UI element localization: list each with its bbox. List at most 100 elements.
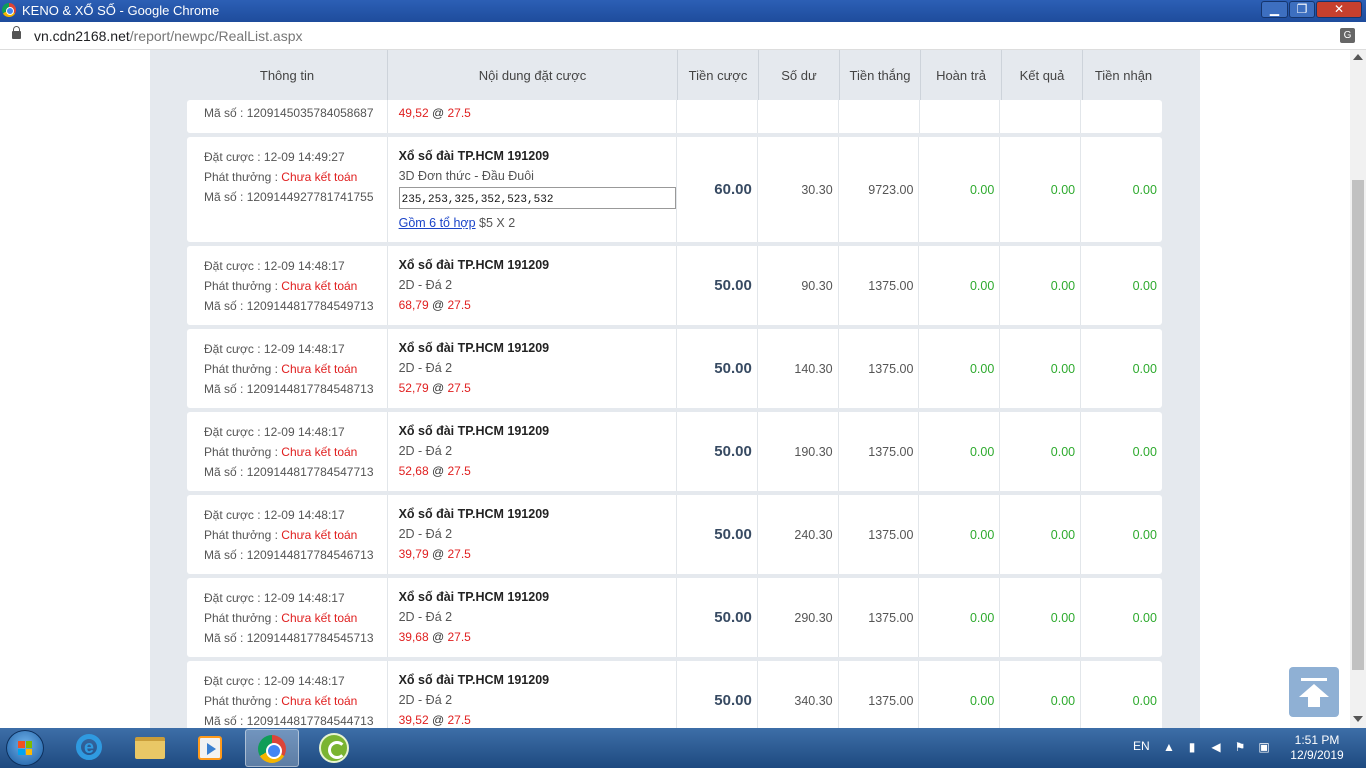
cell-balance	[758, 100, 839, 133]
cell-stake: 50.00	[677, 412, 758, 491]
combo-link[interactable]: Gồm 6 tổ hợp	[399, 216, 476, 230]
row-info: Mã số : 1209145035784058687	[187, 100, 388, 133]
cell-refund: 0.00	[919, 246, 1001, 325]
payout-label: Phát thưởng :	[204, 694, 282, 708]
cell-receive: 0.00	[1132, 444, 1157, 459]
taskbar-ie[interactable]: e	[60, 729, 114, 767]
row-info: Đặt cược : 12-09 14:48:17 Phát thưởng : …	[187, 578, 388, 657]
at-sign: @	[428, 298, 448, 312]
cell-receive: 0.00	[1132, 278, 1157, 293]
cell-result: 0.00	[1000, 661, 1082, 728]
bet-odds: 27.5	[447, 381, 471, 395]
system-clock[interactable]: 1:51 PM 12/9/2019	[1282, 733, 1352, 763]
translate-icon[interactable]: G	[1340, 28, 1355, 43]
combo-detail: $5 X 2	[475, 216, 516, 230]
bet-type: 2D - Đá 2	[398, 361, 453, 375]
bet-id: 1209144817784544713	[246, 714, 374, 728]
address-bar[interactable]: vn.cdn2168.net/report/newpc/RealList.asp…	[0, 22, 1366, 50]
cell-stake: 50.00	[677, 329, 758, 408]
placed-label: Đặt cược :	[204, 674, 264, 688]
cell-refund	[920, 100, 1001, 133]
id-label: Mã số :	[204, 299, 247, 313]
lock-icon[interactable]	[12, 26, 21, 40]
status-text: Chưa kết toán	[281, 170, 358, 184]
cell-win: 9723.00	[839, 137, 920, 242]
ie-icon: e	[76, 734, 102, 760]
cell-win: 1375.00	[839, 661, 920, 728]
url-text[interactable]: vn.cdn2168.net/report/newpc/RealList.asp…	[34, 28, 303, 44]
cell-balance: 340.30	[758, 661, 839, 728]
cell-win: 1375.00	[839, 578, 920, 657]
payout-label: Phát thưởng :	[204, 528, 282, 542]
placed-label: Đặt cược :	[204, 508, 264, 522]
placed-label: Đặt cược :	[204, 150, 264, 164]
page-scrollbar[interactable]	[1350, 50, 1366, 728]
volume-icon[interactable]: ◀	[1209, 740, 1223, 754]
header-result: Kết quả	[1002, 50, 1083, 100]
bet-type: 2D - Đá 2	[398, 444, 453, 458]
cell-receive: 0.00	[1132, 527, 1157, 542]
payout-label: Phát thưởng :	[204, 362, 282, 376]
status-text: Chưa kết toán	[281, 611, 358, 625]
placed-label: Đặt cược :	[204, 425, 264, 439]
status-text: Chưa kết toán	[281, 445, 358, 459]
clock-date: 12/9/2019	[1290, 748, 1344, 762]
cell-refund: 0.00	[919, 578, 1001, 657]
language-indicator[interactable]: EN	[1133, 739, 1150, 753]
numbers-field[interactable]: 235,253,325,352,523,532	[398, 187, 676, 209]
at-sign: @	[428, 547, 448, 561]
bet-pick: 52,68	[398, 464, 429, 478]
header-refund: Hoàn trả	[921, 50, 1002, 100]
bet-id: 1209144817784548713	[246, 382, 374, 396]
minimize-button[interactable]: ▁	[1261, 1, 1288, 18]
bet-time: 12-09 14:48:17	[263, 674, 345, 688]
cell-stake: 60.00	[677, 137, 758, 242]
bet-pick: 39,68	[398, 630, 429, 644]
tray-expand-icon[interactable]: ▲	[1162, 740, 1176, 754]
table-row-partial: Mã số : 1209145035784058687 49,52 @ 27.5	[187, 100, 1162, 133]
taskbar-explorer[interactable]	[120, 729, 174, 767]
bet-type: 2D - Đá 2	[398, 693, 453, 707]
payout-label: Phát thưởng :	[204, 445, 282, 459]
scroll-thumb[interactable]	[1352, 180, 1364, 670]
start-button[interactable]	[6, 730, 44, 766]
network-icon[interactable]: ▣	[1257, 740, 1271, 754]
taskbar-chrome[interactable]	[245, 729, 299, 767]
id-label: Mã số :	[204, 465, 247, 479]
lottery-name: Xổ số đài TP.HCM 191209	[398, 673, 550, 687]
bet-pick: 68,79	[398, 298, 429, 312]
taskbar-media-player[interactable]	[180, 729, 234, 767]
scroll-down-arrow-icon[interactable]	[1353, 716, 1363, 722]
arrow-up-stem	[1308, 696, 1320, 707]
flag-icon[interactable]: ⚑	[1233, 740, 1247, 754]
row-content: Xổ số đài TP.HCM 191209 2D - Đá 2 39,79 …	[388, 495, 677, 574]
row-content: Xổ số đài TP.HCM 191209 2D - Đá 2 68,79 …	[388, 246, 677, 325]
taskbar-coccoc[interactable]	[307, 729, 361, 767]
power-icon[interactable]: ▮	[1185, 740, 1199, 754]
lottery-name: Xổ số đài TP.HCM 191209	[398, 341, 550, 355]
row-content: Xổ số đài TP.HCM 191209 2D - Đá 2 52,79 …	[388, 329, 677, 408]
table-row: Đặt cược : 12-09 14:48:17 Phát thưởng : …	[187, 578, 1162, 657]
table-header: Thông tin Nội dung đặt cược Tiền cược Số…	[150, 50, 1200, 100]
cell-result: 0.00	[1000, 578, 1082, 657]
bet-pick: 52,79	[398, 381, 429, 395]
row-content: Xổ số đài TP.HCM 191209 2D - Đá 2 39,68 …	[388, 578, 677, 657]
cell-receive	[1081, 100, 1162, 133]
back-to-top-button[interactable]	[1289, 667, 1339, 717]
window-title: KENO & XỔ SỐ - Google Chrome	[22, 3, 220, 18]
id-label: Mã số :	[204, 382, 247, 396]
maximize-button[interactable]: ❐	[1289, 1, 1315, 18]
scroll-up-arrow-icon[interactable]	[1353, 54, 1363, 60]
cell-win: 1375.00	[839, 246, 920, 325]
close-button[interactable]: ✕	[1316, 1, 1362, 18]
bet-pick: 39,79	[398, 547, 429, 561]
header-stake: Tiền cược	[678, 50, 759, 100]
bet-report-panel: Thông tin Nội dung đặt cược Tiền cược Số…	[150, 50, 1200, 728]
table-row: Đặt cược : 12-09 14:48:17 Phát thưởng : …	[187, 246, 1162, 325]
payout-label: Phát thưởng :	[204, 170, 282, 184]
windows-taskbar: e EN ▲ ▮ ◀ ⚑ ▣ 1:51 PM 12/9/2019	[0, 728, 1366, 768]
row-content: 49,52 @ 27.5	[388, 100, 678, 133]
bet-id: 1209144817784547713	[246, 465, 374, 479]
id-label: Mã số :	[204, 714, 247, 728]
cell-balance: 190.30	[758, 412, 839, 491]
